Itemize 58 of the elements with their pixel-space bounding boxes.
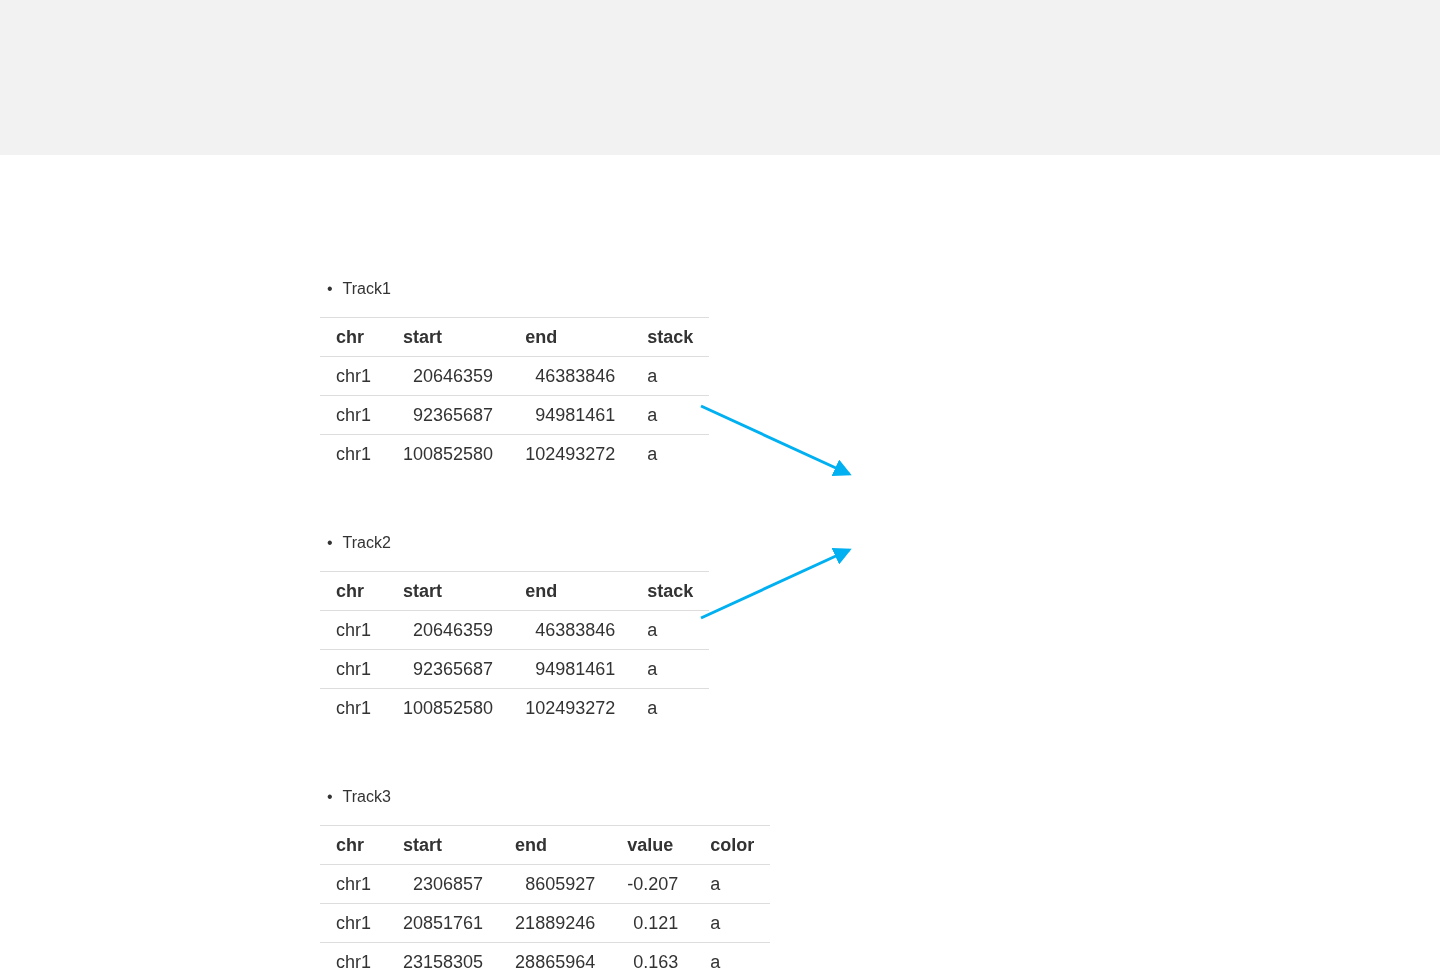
table-cell: 8605927 — [499, 864, 612, 904]
table-cell: 23158305 — [387, 942, 500, 977]
table-cell: chr1 — [320, 356, 387, 396]
table-cell: 28865964 — [499, 942, 612, 977]
table-cell: chr1 — [320, 688, 387, 727]
column-header: chr — [320, 571, 387, 611]
table-cell: chr1 — [320, 903, 387, 943]
table-cell: a — [631, 395, 710, 435]
table-cell: a — [631, 434, 710, 473]
column-header: end — [509, 317, 632, 357]
column-header: stack — [631, 571, 710, 611]
table-cell: chr1 — [320, 649, 387, 689]
table-cell: 21889246 — [499, 903, 612, 943]
table-cell: 0.121 — [611, 903, 695, 943]
table-cell: 94981461 — [509, 649, 632, 689]
table-cell: chr1 — [320, 864, 387, 904]
bullet: • — [327, 533, 333, 553]
table-cell: 92365687 — [387, 395, 510, 435]
column-header: stack — [631, 317, 710, 357]
column-header: chr — [320, 825, 387, 865]
column-header: end — [509, 571, 632, 611]
table-cell: chr1 — [320, 610, 387, 650]
table-cell: a — [631, 356, 710, 396]
track-title: Track2 — [342, 533, 391, 553]
column-header: color — [694, 825, 771, 865]
table-cell: chr1 — [320, 942, 387, 977]
table-cell: chr1 — [320, 434, 387, 473]
table-cell: 102493272 — [509, 434, 632, 473]
table-cell: a — [694, 942, 771, 977]
table-cell: 20646359 — [387, 356, 510, 396]
column-header: value — [611, 825, 695, 865]
table-cell: 100852580 — [387, 688, 510, 727]
table-cell: a — [694, 864, 771, 904]
column-header: start — [387, 317, 510, 357]
table-cell: a — [631, 688, 710, 727]
table-cell: -0.207 — [611, 864, 695, 904]
table-cell: 46383846 — [509, 356, 632, 396]
column-header: chr — [320, 317, 387, 357]
table-cell: 0.163 — [611, 942, 695, 977]
column-header: start — [387, 825, 500, 865]
table-cell: a — [694, 903, 771, 943]
table-cell: 100852580 — [387, 434, 510, 473]
table-cell: 20646359 — [387, 610, 510, 650]
column-header: end — [499, 825, 612, 865]
table-cell: a — [631, 610, 710, 650]
column-header: start — [387, 571, 510, 611]
table-cell: 46383846 — [509, 610, 632, 650]
table-cell: 92365687 — [387, 649, 510, 689]
track-title: Track3 — [342, 787, 391, 807]
bullet: • — [327, 787, 333, 807]
table-cell: 20851761 — [387, 903, 500, 943]
table-cell: a — [631, 649, 710, 689]
bullet: • — [327, 279, 333, 299]
table-cell: 102493272 — [509, 688, 632, 727]
table-cell: 94981461 — [509, 395, 632, 435]
track-title: Track1 — [342, 279, 391, 299]
table-cell: chr1 — [320, 395, 387, 435]
table-cell: 2306857 — [387, 864, 500, 904]
